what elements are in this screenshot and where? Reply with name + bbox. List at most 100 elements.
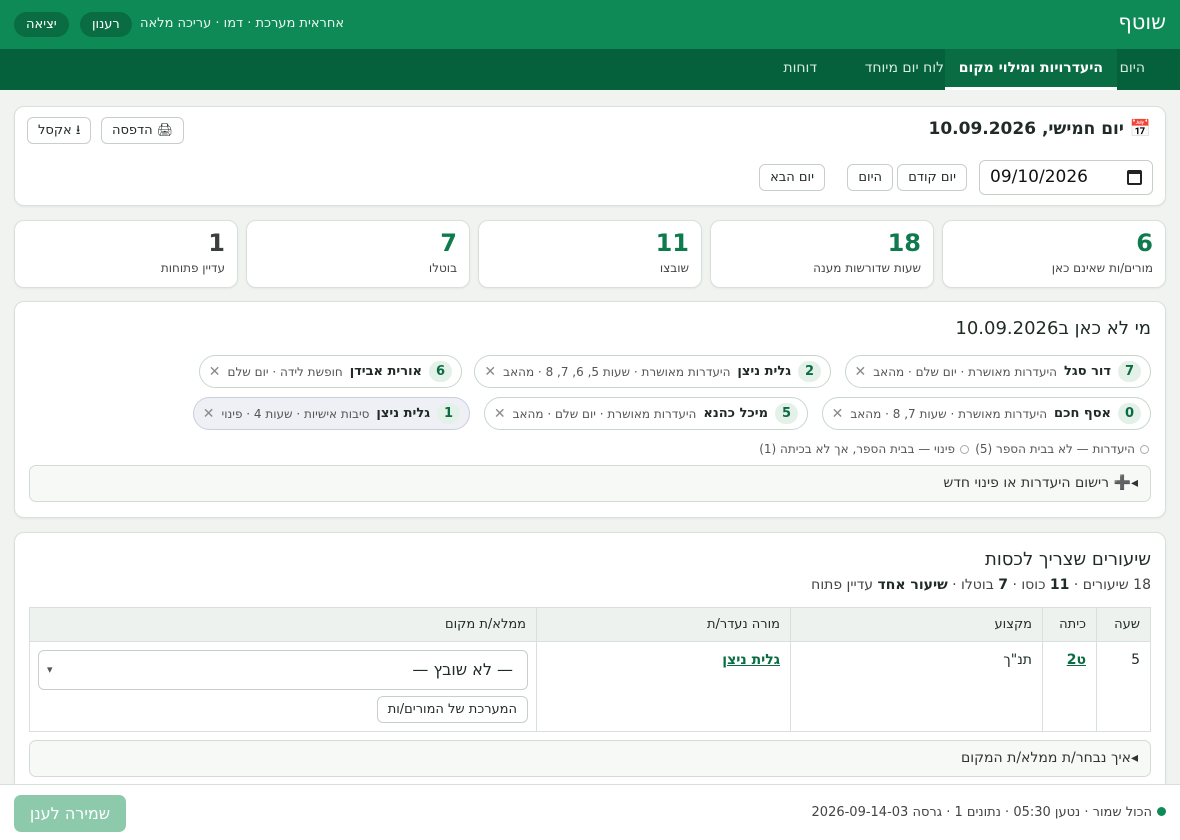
summary-cancel-num: 7	[998, 577, 1008, 593]
date-title: 📅 יום חמישי, 10.09.2026	[928, 119, 1152, 139]
remove-icon[interactable]: ✕	[209, 364, 221, 380]
absence-chip[interactable]: 6 אורית אבידן חופשת לידה · יום שלם ✕	[198, 355, 462, 388]
user-info: אחראית מערכת · דמו · עריכה מלאה	[140, 16, 345, 31]
legend-absence-label: היעדרות — לא בבית הספר (5)	[975, 442, 1135, 456]
absent-title: מי לא כאן ב10.09.2026	[955, 318, 1151, 339]
stat-value: 6	[1136, 229, 1153, 257]
logout-button[interactable]: יציאה	[14, 12, 69, 37]
summary-total: 18 שיעורים ·	[1069, 577, 1151, 593]
stat-card: 7 בוטלו	[246, 220, 470, 288]
chip-name: מיכל כהנא	[703, 406, 768, 421]
chip-detail: היעדרות מאושרת · שעות 7, 8 · מהאב	[850, 406, 1048, 421]
stat-value: 18	[887, 229, 921, 257]
legend-dot-icon	[960, 445, 969, 454]
substitute-select[interactable]: — לא שובץ — ▾	[38, 650, 528, 690]
remove-icon[interactable]: ✕	[484, 364, 496, 380]
tab-absences[interactable]: היעדרויות ומילוי מקום	[944, 49, 1117, 90]
chip-count: 0	[1118, 403, 1141, 424]
remove-icon[interactable]: ✕	[855, 364, 867, 380]
remove-icon[interactable]: ✕	[494, 406, 506, 422]
stat-value: 7	[440, 229, 457, 257]
print-button[interactable]: 🖨 הדפסה	[101, 117, 185, 144]
stat-card: 6 מורים/ות שאינם כאן	[942, 220, 1166, 288]
cell-substitute: — לא שובץ — ▾ המערכת של המורים/ות	[29, 641, 537, 732]
stat-label: מורים/ות שאינם כאן	[1051, 261, 1153, 275]
chevron-down-icon: ▾	[47, 663, 53, 676]
chip-count: 2	[798, 361, 821, 382]
excel-button[interactable]: ⭳ אקסל	[27, 117, 92, 144]
class-link[interactable]: ט2	[1067, 652, 1086, 668]
summary-covered-text: כוסו ·	[1008, 577, 1050, 593]
stat-label: שובצו	[659, 261, 689, 275]
col-hour: שעה	[1096, 607, 1151, 642]
date-card: 📅 יום חמישי, 10.09.2026 🖨 הדפסה ⭳ אקסל 0…	[14, 106, 1166, 206]
chip-count: 7	[1118, 361, 1141, 382]
next-day-button[interactable]: יום הבא	[759, 164, 825, 191]
chip-detail: סיבות אישיות · שעות 4 · פינוי	[221, 406, 370, 421]
tab-reports[interactable]: דוחות	[769, 49, 831, 90]
stat-card: 11 שובצו	[478, 220, 702, 288]
stat-label: שעות שדורשות מענה	[813, 261, 921, 275]
substitute-select-value: — לא שובץ —	[412, 660, 513, 679]
chip-name: גלית ניצן	[376, 406, 430, 421]
chip-detail: היעדרות מאושרת · שעות 5, 6, 7, 8 · מהאב	[503, 364, 731, 379]
lessons-table: שעה כיתה מקצוע מורה נעדר/ת ממלא/ת מקום 5…	[29, 607, 1151, 732]
remove-icon[interactable]: ✕	[832, 406, 844, 422]
chip-count: 1	[437, 403, 460, 424]
tab-special-day[interactable]: לוח יום מיוחד	[851, 49, 958, 90]
teachers-schedule-button[interactable]: המערכת של המורים/ות	[376, 696, 528, 723]
absence-chip[interactable]: 7 דור סגל היעדרות מאושרת · יום שלם · מהא…	[844, 355, 1151, 388]
stat-label: עדיין פתוחות	[160, 261, 225, 275]
status-dot-icon	[1157, 807, 1166, 816]
cell-subject: תנ"ך	[790, 641, 1043, 732]
main-nav: היום היעדרויות ומילוי מקום לוח יום מיוחד…	[0, 49, 1180, 90]
how-chosen-toggle[interactable]: ◂איך נבחר/ת ממלא/ת המקום	[29, 740, 1151, 777]
cell-hour: 5	[1096, 641, 1151, 732]
chip-detail: חופשת לידה · יום שלם	[227, 364, 343, 379]
legend-absence: היעדרות — לא בבית הספר (5)	[975, 442, 1149, 456]
app-brand: שוטף	[1118, 10, 1166, 34]
chip-detail: היעדרות מאושרת · יום שלם · מהאב	[512, 406, 697, 421]
summary-open-text: עדיין פתוח	[811, 577, 878, 593]
legend-release: פינוי — בבית הספר, אך לא בכיתה (1)	[759, 442, 969, 456]
release-chip[interactable]: 1 גלית ניצן סיבות אישיות · שעות 4 · פינו…	[192, 397, 470, 430]
lessons-title: שיעורים שצריך לכסות	[985, 549, 1151, 570]
col-class: כיתה	[1042, 607, 1097, 642]
stat-value: 1	[208, 229, 225, 257]
top-bar: שוטף אחראית מערכת · דמו · עריכה מלאה רענ…	[0, 0, 1180, 49]
col-subject: מקצוע	[790, 607, 1043, 642]
save-status: הכול שמור · נטען 05:30 · נתונים 1 · גרסה…	[812, 805, 1166, 820]
stat-label: בוטלו	[428, 261, 457, 275]
chip-name: גלית ניצן	[737, 364, 791, 379]
save-status-text: הכול שמור · נטען 05:30 · נתונים 1 · גרסה…	[811, 805, 1152, 820]
calendar-icon[interactable]	[1127, 170, 1142, 185]
absent-card: מי לא כאן ב10.09.2026 7 דור סגל היעדרות …	[14, 301, 1166, 518]
date-input-value: 09/10/2026	[990, 167, 1088, 187]
stat-card: 18 שעות שדורשות מענה	[710, 220, 934, 288]
date-input[interactable]: 09/10/2026	[979, 160, 1153, 195]
chip-detail: היעדרות מאושרת · יום שלם · מהאב	[873, 364, 1058, 379]
chevron-left-icon: ◂	[1130, 475, 1138, 491]
summary-covered-num: 11	[1049, 577, 1070, 593]
chip-name: אסף חכם	[1054, 406, 1111, 421]
chip-count: 6	[429, 361, 452, 382]
teacher-link[interactable]: גלית ניצן	[722, 652, 780, 668]
summary-open-bold: שיעור אחד	[877, 577, 948, 593]
today-button[interactable]: היום	[847, 164, 893, 191]
refresh-button[interactable]: רענון	[80, 12, 132, 37]
remove-icon[interactable]: ✕	[203, 406, 215, 422]
prev-day-button[interactable]: יום קודם	[897, 164, 967, 191]
lessons-card: שיעורים שצריך לכסות 18 שיעורים · 11 כוסו…	[14, 532, 1166, 792]
absence-chip[interactable]: 2 גלית ניצן היעדרות מאושרת · שעות 5, 6, …	[474, 355, 831, 388]
chip-count: 5	[775, 403, 798, 424]
chip-name: דור סגל	[1064, 364, 1111, 379]
legend-release-label: פינוי — בבית הספר, אך לא בכיתה (1)	[759, 442, 955, 456]
absence-chip[interactable]: 5 מיכל כהנא היעדרות מאושרת · יום שלם · מ…	[483, 397, 808, 430]
absence-chip[interactable]: 0 אסף חכם היעדרות מאושרת · שעות 7, 8 · מ…	[821, 397, 1151, 430]
add-absence-toggle[interactable]: ◂➕ רישום היעדרות או פינוי חדש	[29, 465, 1151, 502]
how-chosen-label: איך נבחר/ת ממלא/ת המקום	[961, 750, 1131, 766]
stat-value: 11	[655, 229, 689, 257]
col-substitute: ממלא/ת מקום	[29, 607, 537, 642]
cell-class: ט2	[1042, 641, 1097, 732]
save-cloud-button[interactable]: שמירה לענן	[14, 795, 126, 832]
